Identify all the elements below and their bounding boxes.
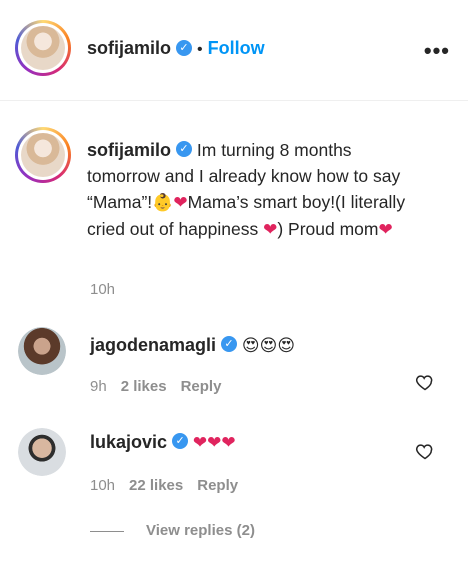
comment-username[interactable]: lukajovic: [90, 432, 167, 452]
verified-badge-icon: ✓: [221, 336, 238, 353]
avatar-photo: [21, 26, 65, 70]
avatar-photo: [18, 428, 66, 476]
caption-username[interactable]: sofijamilo: [87, 140, 171, 160]
view-replies-button[interactable]: View replies (2): [90, 522, 255, 539]
baby-emoji-icon: 👶: [152, 193, 174, 213]
heart-eyes-emoji-icon: 😍😍😍: [241, 336, 296, 356]
caption-timestamp: 10h: [90, 281, 129, 298]
comment-likes[interactable]: 22 likes: [129, 477, 183, 494]
comment-text: lukajovic ✓ ❤❤❤: [90, 432, 236, 453]
comment-text: jagodenamagli ✓ 😍😍😍: [90, 335, 295, 356]
avatar-photo: [21, 133, 65, 177]
verified-badge-icon: ✓: [176, 39, 193, 56]
verified-badge-icon: ✓: [176, 141, 193, 158]
header-author-line: sofijamilo ✓ • Follow: [87, 38, 265, 59]
comment-likes[interactable]: 2 likes: [121, 378, 167, 395]
follow-button[interactable]: Follow: [208, 38, 265, 58]
like-heart-icon[interactable]: [415, 441, 435, 461]
reply-button[interactable]: Reply: [197, 477, 238, 494]
red-heart-emoji-icon: ❤: [263, 220, 278, 240]
avatar-ring-gap: [18, 23, 68, 73]
separator-dot: •: [197, 41, 203, 58]
comment-meta: 9h 2 likes Reply: [90, 378, 235, 395]
divider-line: [90, 530, 124, 532]
view-replies-label: View replies (2): [146, 522, 255, 539]
red-heart-emoji-icon: ❤❤❤: [192, 433, 236, 453]
avatar-ring-gap: [18, 130, 68, 180]
caption-part-3: ) Proud mom: [277, 219, 379, 239]
header-username[interactable]: sofijamilo: [87, 38, 171, 58]
comment-time[interactable]: 9h: [90, 378, 107, 395]
caption-text: sofijamilo ✓ Im turning 8 months tomorrow…: [87, 137, 407, 243]
caption-time[interactable]: 10h: [90, 281, 115, 298]
more-horizontal-icon[interactable]: •••: [424, 38, 450, 64]
caption-avatar[interactable]: [15, 127, 71, 183]
comment-avatar[interactable]: [18, 428, 66, 476]
comment-meta: 10h 22 likes Reply: [90, 477, 252, 494]
comment-avatar[interactable]: [18, 327, 66, 375]
red-heart-emoji-icon: ❤: [173, 193, 188, 213]
reply-button[interactable]: Reply: [181, 378, 222, 395]
like-heart-icon[interactable]: [415, 372, 435, 392]
comment-username[interactable]: jagodenamagli: [90, 335, 216, 355]
comment-time[interactable]: 10h: [90, 477, 115, 494]
post-header: sofijamilo ✓ • Follow •••: [0, 0, 468, 101]
avatar-photo: [18, 327, 66, 375]
verified-badge-icon: ✓: [172, 433, 189, 450]
red-heart-emoji-icon: ❤: [378, 220, 393, 240]
author-avatar[interactable]: [15, 20, 71, 76]
